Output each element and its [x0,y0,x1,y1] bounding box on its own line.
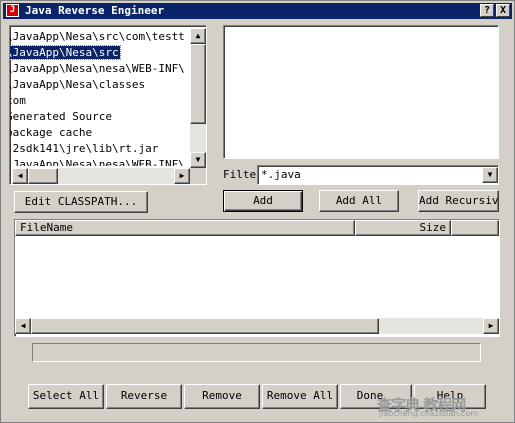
classpath-vertical-scrollbar[interactable]: ▲ ▼ [190,28,206,168]
classpath-list[interactable]: \JavaApp\Nesa\src\com\testtech\ \JavaApp\… [9,25,207,185]
java-reverse-engineer-window: J Java Reverse Engineer ? X \JavaApp\Nes… [0,0,515,423]
preview-panel [223,25,499,159]
classpath-list-item-label: com [10,94,26,107]
classpath-list-item-label: \JavaApp\Nesa\src [10,45,121,60]
filter-label: Filte [223,168,257,181]
close-title-button[interactable]: X [496,4,510,17]
filter-combobox[interactable]: *.java ▼ [257,165,499,185]
classpath-list-item[interactable]: package cache [9,125,93,141]
classpath-list-item-label: \JavaApp\Nesa\nesa\WEB-INF\lib [9,62,185,75]
scroll-down-icon[interactable]: ▼ [190,152,206,168]
column-header-filler [451,220,499,236]
vertical-scroll-thumb[interactable] [190,44,206,124]
watermark-logo: 查字典 教程网 jiaocheng.chazidian.com [377,392,512,420]
classpath-list-item-label: \JavaApp\Nesa\nesa\WEB-INF\lib\ [9,158,185,166]
scroll-right-icon[interactable]: ▶ [174,168,190,184]
classpath-list-item[interactable]: j2sdk141\jre\lib\rt.jar [9,141,159,157]
table-horizontal-scroll-thumb[interactable] [31,318,379,334]
classpath-list-item[interactable]: \JavaApp\Nesa\src [10,45,121,61]
window-title: Java Reverse Engineer [25,4,165,17]
add-all-button[interactable]: Add All [319,190,399,212]
file-table[interactable]: FileName Size ◀ ▶ [14,219,500,337]
remove-all-button[interactable]: Remove All [262,384,338,409]
classpath-list-item[interactable]: Generated Source [9,109,113,125]
help-title-button[interactable]: ? [480,4,494,17]
classpath-list-item-label: \JavaApp\Nesa\src\com\testtech\ [9,30,185,43]
file-table-header: FileName Size [15,220,499,236]
add-button[interactable]: Add [223,190,303,212]
classpath-horizontal-scrollbar[interactable]: ◀ ▶ [12,168,190,184]
edit-classpath-button[interactable]: Edit CLASSPATH... [14,191,148,213]
add-recursive-button[interactable]: Add Recursive [418,190,499,212]
classpath-list-item[interactable]: \JavaApp\Nesa\classes [9,77,146,93]
select-all-button[interactable]: Select All [28,384,104,409]
table-scroll-right-icon[interactable]: ▶ [483,318,499,334]
reverse-button[interactable]: Reverse [106,384,182,409]
classpath-list-item[interactable]: \JavaApp\Nesa\nesa\WEB-INF\lib [9,61,185,77]
scroll-up-icon[interactable]: ▲ [190,28,206,44]
column-header-size[interactable]: Size [355,220,451,236]
remove-button[interactable]: Remove [184,384,260,409]
app-icon: J [6,4,19,17]
classpath-list-item-label: Generated Source [9,110,112,123]
classpath-list-item-label: package cache [9,126,93,139]
title-bar[interactable]: J Java Reverse Engineer ? X [3,3,512,19]
classpath-list-item-label: \JavaApp\Nesa\classes [9,78,146,91]
classpath-list-item-label: j2sdk141\jre\lib\rt.jar [9,142,159,155]
file-table-body[interactable] [15,236,499,318]
table-scroll-left-icon[interactable]: ◀ [15,318,31,334]
classpath-list-item[interactable]: \JavaApp\Nesa\nesa\WEB-INF\lib\ [9,157,185,166]
filter-value: *.java [261,168,301,181]
scroll-left-icon[interactable]: ◀ [12,168,28,184]
classpath-list-item[interactable]: \JavaApp\Nesa\src\com\testtech\ [9,29,185,45]
classpath-list-items: \JavaApp\Nesa\src\com\testtech\ \JavaApp\… [9,29,185,166]
progress-bar [32,343,481,362]
column-header-filename[interactable]: FileName [15,220,355,236]
watermark-url: jiaocheng.chazidian.com [379,409,479,418]
file-table-horizontal-scrollbar[interactable]: ◀ ▶ [15,318,499,334]
filter-dropdown-icon[interactable]: ▼ [482,167,498,183]
classpath-list-item[interactable]: com [10,93,27,109]
scroll-corner [190,168,206,184]
horizontal-scroll-thumb[interactable] [28,168,58,184]
